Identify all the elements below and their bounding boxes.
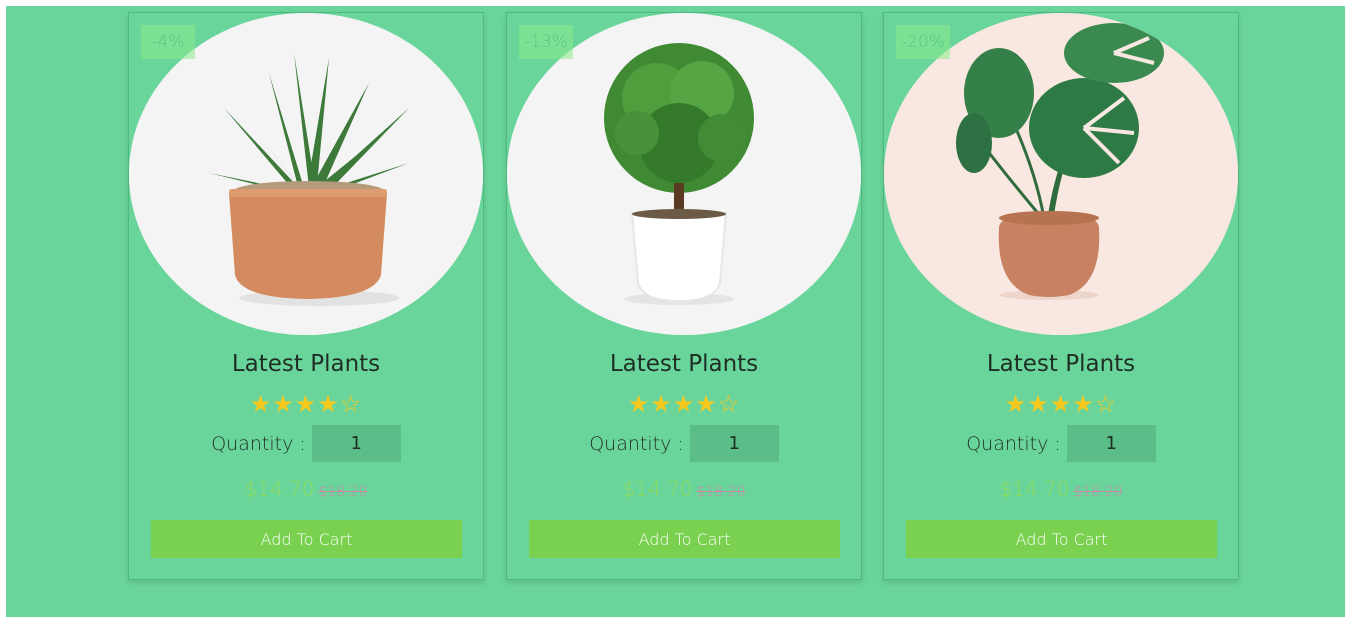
star-icon: ★ [1049, 390, 1073, 418]
star-icon: ★ [294, 390, 318, 418]
old-price: $18.20 [318, 484, 368, 500]
product-title: Latest Plants [986, 351, 1136, 377]
quantity-row: Quantity : [129, 425, 483, 462]
product-card: -13% Latest Plants ★★★★☆ Quantity : $14.… [506, 12, 862, 580]
price-row: $14.70 $18.20 [884, 477, 1238, 501]
price-row: $14.70 $18.20 [507, 477, 861, 501]
star-icon: ★ [317, 390, 340, 418]
rating-stars: ★★★★☆ [507, 389, 861, 419]
quantity-label: Quantity : [966, 432, 1061, 455]
discount-badge: -13% [519, 25, 573, 59]
topiary-plant-image [507, 13, 861, 335]
old-price: $18.20 [1073, 484, 1123, 500]
star-outline-icon: ☆ [339, 390, 363, 418]
monstera-plant-image [884, 13, 1238, 335]
current-price: $14.70 [622, 477, 693, 501]
quantity-input[interactable] [1066, 425, 1156, 462]
product-card: -20% Latest Plants ★★★★☆ Quantity : $14.… [883, 12, 1239, 580]
star-icon: ★ [650, 390, 673, 418]
old-price: $18.20 [696, 484, 746, 500]
rating-stars: ★★★★☆ [129, 389, 483, 419]
succulent-plant-image [129, 13, 483, 335]
quantity-label: Quantity : [211, 432, 306, 455]
product-title: Latest Plants [609, 351, 759, 377]
star-outline-icon: ☆ [717, 390, 741, 418]
star-icon: ★ [272, 390, 295, 418]
quantity-row: Quantity : [884, 425, 1238, 462]
add-to-cart-button[interactable]: Add To Cart [151, 520, 462, 558]
star-icon: ★ [249, 390, 273, 418]
add-to-cart-button[interactable]: Add To Cart [529, 520, 840, 558]
current-price: $14.70 [244, 477, 315, 501]
product-image[interactable] [129, 13, 483, 335]
product-image[interactable] [507, 13, 861, 335]
price-row: $14.70 $18.20 [129, 477, 483, 501]
star-icon: ★ [672, 390, 696, 418]
product-title: Latest Plants [231, 351, 381, 377]
rating-stars: ★★★★☆ [884, 389, 1238, 419]
quantity-row: Quantity : [507, 425, 861, 462]
product-card: -4% Latest Plants ★★★★☆ Quantity : $14.7… [128, 12, 484, 580]
star-icon: ★ [1004, 390, 1028, 418]
product-image[interactable] [884, 13, 1238, 335]
quantity-input[interactable] [311, 425, 401, 462]
star-icon: ★ [627, 390, 651, 418]
star-icon: ★ [1072, 390, 1095, 418]
add-to-cart-button[interactable]: Add To Cart [906, 520, 1217, 558]
discount-badge: -4% [141, 25, 195, 59]
discount-badge: -20% [896, 25, 950, 59]
star-icon: ★ [695, 390, 718, 418]
quantity-input[interactable] [689, 425, 779, 462]
star-outline-icon: ☆ [1094, 390, 1118, 418]
star-icon: ★ [1027, 390, 1050, 418]
quantity-label: Quantity : [589, 432, 684, 455]
product-grid: -4% Latest Plants ★★★★☆ Quantity : $14.7… [6, 6, 1345, 617]
current-price: $14.70 [999, 477, 1070, 501]
